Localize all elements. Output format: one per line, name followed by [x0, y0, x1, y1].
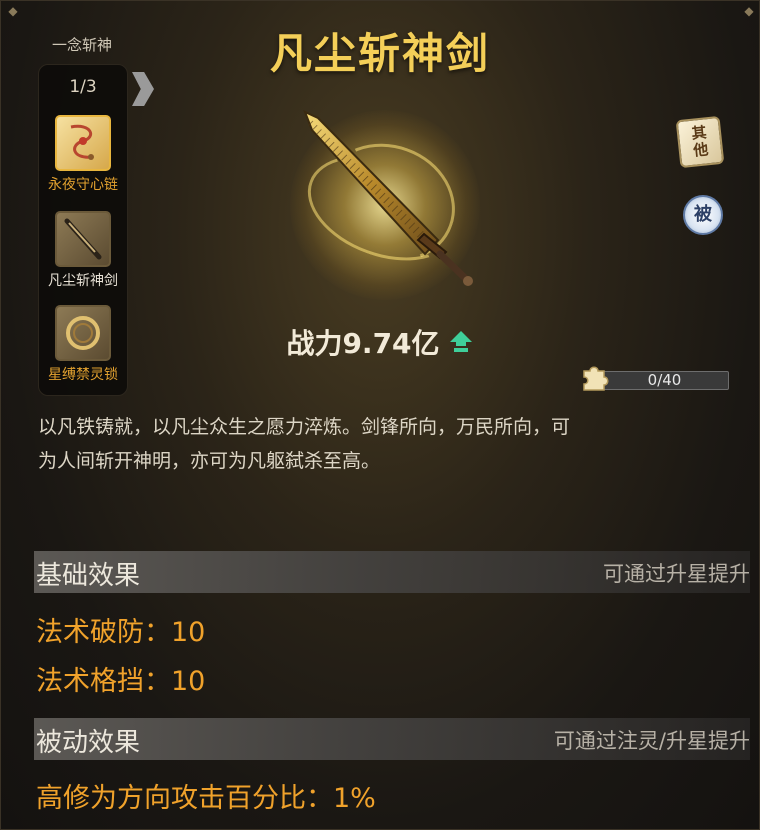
fragment-progress-bar: 0/40 [600, 371, 729, 390]
passive-effect-title: 被动效果 [36, 728, 141, 758]
necklace-icon [55, 115, 111, 171]
category-other-badge[interactable]: 其 他 [675, 115, 725, 169]
passive-effect-hint: 可通过注灵/升星提升 [553, 729, 750, 753]
stat-line: 高修为方向攻击百分比：1% [36, 783, 376, 814]
sword-icon [55, 211, 111, 267]
badge-char: 他 [692, 140, 710, 160]
description-line: 以凡铁铸就，以凡尘众生之愿力淬炼。剑锋所向，万民所向，可 [38, 416, 571, 438]
item-artwork [250, 90, 520, 310]
set-item-label: 凡尘斩神剑 [48, 273, 118, 289]
fragment-progress-text: 0/40 [647, 371, 682, 389]
item-title: 凡尘斩神剑 [269, 29, 490, 78]
stat-line: 法术格挡：10 [36, 666, 206, 697]
set-item-necklace[interactable]: 永夜守心链 [39, 115, 127, 194]
stat-line: 法术破防：10 [36, 617, 206, 648]
set-item-label: 星缚禁灵锁 [48, 367, 118, 383]
combat-power: 战力9.74亿 [0, 322, 760, 362]
base-effect-hint: 可通过升星提升 [603, 562, 750, 586]
passive-badge[interactable]: 被 [683, 195, 723, 235]
description-line: 为人间斩开神明，亦可为凡躯弑杀至高。 [38, 450, 381, 472]
passive-effect-header: 被动效果 可通过注灵/升星提升 [34, 718, 750, 760]
item-description: 以凡铁铸就，以凡尘众生之愿力淬炼。剑锋所向，万民所向，可 为人间斩开神明，亦可为… [38, 410, 728, 478]
power-up-arrow-icon [449, 331, 472, 352]
combat-power-label: 战力9.74亿 [286, 327, 440, 360]
base-effect-title: 基础效果 [36, 561, 141, 591]
corner-ornament-left: ◆ [8, 4, 18, 18]
puzzle-piece-icon [583, 366, 609, 391]
corner-ornament-right: ◆ [744, 4, 754, 18]
sword-icon [303, 110, 473, 286]
set-item-sword[interactable]: 凡尘斩神剑 [39, 211, 127, 290]
base-effect-header: 基础效果 可通过升星提升 [34, 551, 750, 593]
set-item-label: 永夜守心链 [48, 177, 118, 193]
